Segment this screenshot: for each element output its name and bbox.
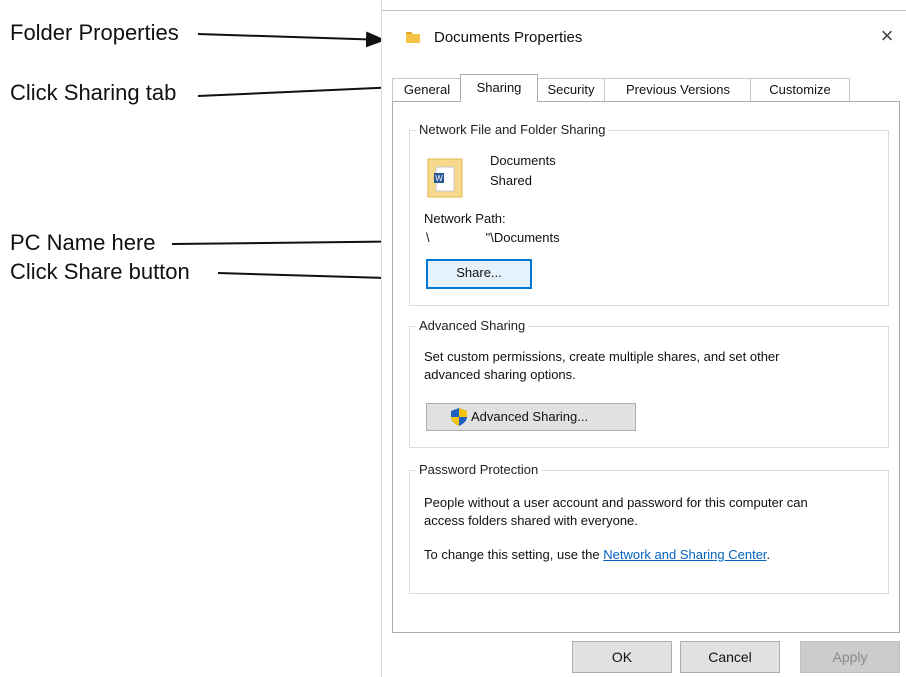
advanced-sharing-description-line2: advanced sharing options. [424, 367, 576, 382]
tab-sharing[interactable]: Sharing [460, 74, 538, 102]
advanced-sharing-description-line1: Set custom permissions, create multiple … [424, 349, 780, 364]
network-path-suffix: "\Documents [485, 230, 560, 245]
ok-button[interactable]: OK [572, 641, 672, 673]
sharing-tab-panel: Network File and Folder Sharing W Docume… [392, 101, 900, 633]
password-protection-group-title: Password Protection [416, 462, 542, 477]
change-setting-text: To change this setting, use the Network … [424, 547, 770, 562]
folder-name: Documents [490, 153, 556, 168]
password-protection-description-line2: access folders shared with everyone. [424, 513, 638, 528]
dialog-button-bar: OK Cancel Apply [382, 632, 906, 677]
network-path-value: \ "\Documents [426, 230, 560, 245]
tab-security[interactable]: Security [536, 78, 606, 101]
shared-folder-icon: W [427, 158, 463, 198]
svg-text:W: W [435, 174, 443, 183]
advanced-sharing-button-label: Advanced Sharing... [471, 409, 589, 424]
tab-general[interactable]: General [392, 78, 462, 101]
tab-previous-versions[interactable]: Previous Versions [604, 78, 752, 101]
network-sharing-center-link[interactable]: Network and Sharing Center [603, 547, 766, 562]
close-button[interactable]: × [874, 23, 900, 49]
network-sharing-group-title: Network File and Folder Sharing [416, 122, 609, 137]
network-path-label: Network Path: [424, 211, 506, 226]
uac-shield-icon [451, 408, 467, 426]
change-setting-period: . [766, 547, 771, 562]
annotation-pc-name-here: PC Name here [10, 230, 156, 255]
change-setting-prefix: To change this setting, use the [424, 547, 604, 562]
password-protection-description-line1: People without a user account and passwo… [424, 495, 808, 510]
dialog-title: Documents Properties [434, 29, 583, 46]
network-path-prefix: \ [426, 230, 430, 245]
network-sharing-group: Network File and Folder Sharing W Docume… [409, 122, 889, 306]
arrow-folder-properties [197, 31, 386, 48]
password-protection-group: Password Protection People without a use… [409, 462, 889, 594]
sharing-status: Shared [490, 173, 532, 188]
cancel-button[interactable]: Cancel [680, 641, 780, 673]
title-bar: Documents Properties × [382, 11, 906, 63]
apply-button[interactable]: Apply [800, 641, 900, 673]
advanced-sharing-group: Advanced Sharing Set custom permissions,… [409, 318, 889, 448]
share-button[interactable]: Share... [426, 259, 532, 289]
annotation-click-sharing-tab: Click Sharing tab [10, 80, 177, 105]
folder-icon [406, 32, 420, 43]
properties-dialog: Documents Properties × General Sharing S… [381, 0, 906, 677]
advanced-sharing-button[interactable]: Advanced Sharing... [426, 403, 636, 431]
annotation-folder-properties: Folder Properties [10, 20, 179, 45]
annotation-click-share-button: Click Share button [10, 259, 190, 284]
advanced-sharing-group-title: Advanced Sharing [416, 318, 529, 333]
tab-customize[interactable]: Customize [750, 78, 850, 101]
